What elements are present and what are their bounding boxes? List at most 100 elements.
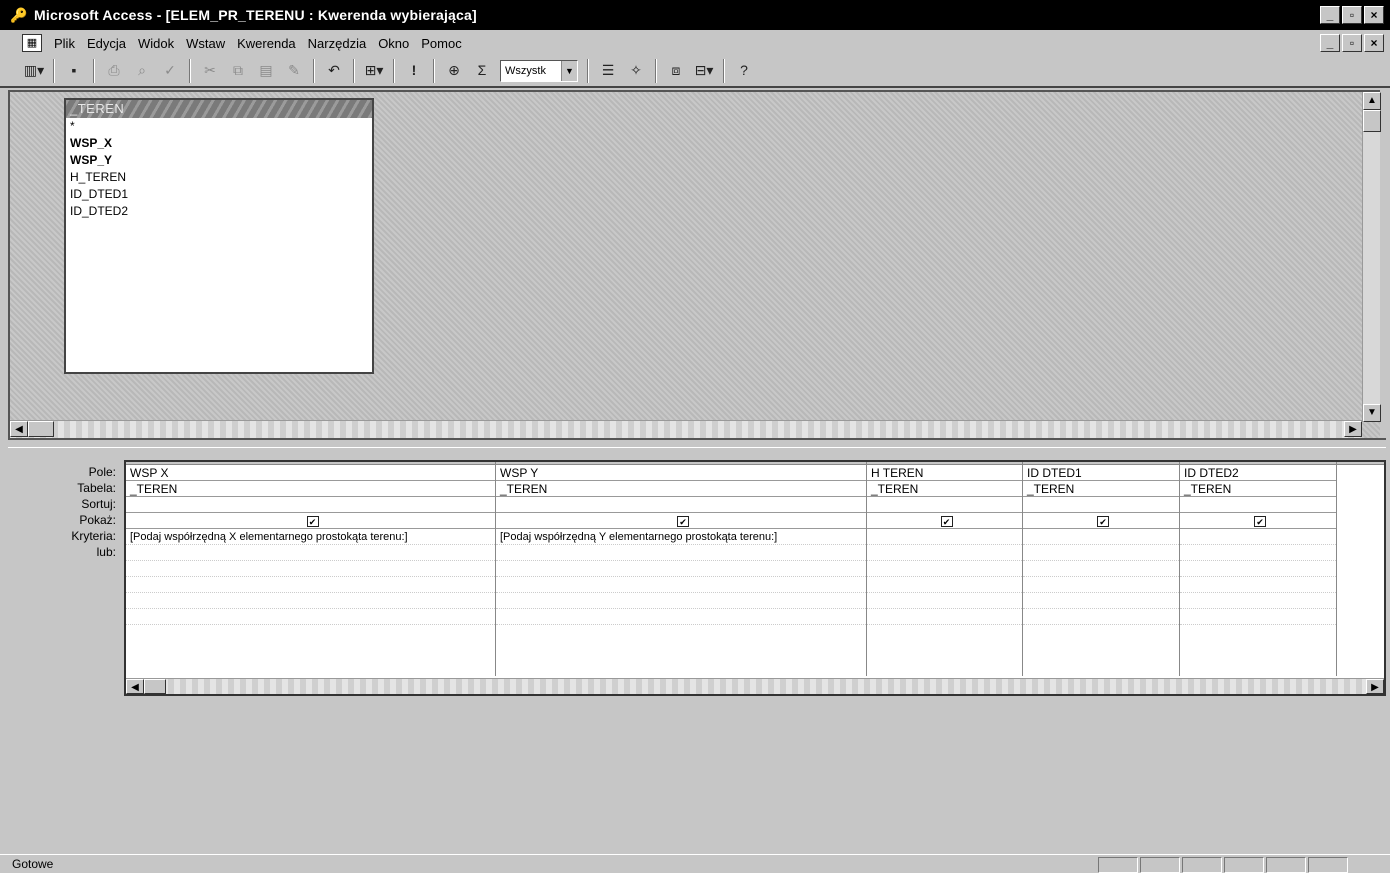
scroll-thumb[interactable] (144, 679, 166, 694)
menu-pomoc[interactable]: Pomoc (415, 36, 467, 51)
properties-icon[interactable]: ☰ (596, 59, 620, 83)
table-cell[interactable]: _TEREN (867, 481, 1022, 497)
empty-cell[interactable] (496, 577, 866, 593)
menu-widok[interactable]: Widok (132, 36, 180, 51)
upper-vertical-scrollbar[interactable]: ▲ ▼ (1362, 92, 1381, 422)
field-list-item-id-dted2[interactable]: ID_DTED2 (66, 203, 372, 220)
table-cell[interactable]: _TEREN (126, 481, 495, 497)
doc-close-button[interactable]: × (1364, 34, 1384, 52)
field-list-title[interactable]: _TEREN (66, 100, 372, 118)
scroll-down-icon[interactable]: ▼ (1363, 404, 1381, 422)
sort-cell[interactable] (126, 497, 495, 513)
empty-cell[interactable] (1023, 593, 1179, 609)
show-cell[interactable]: ✔ (126, 513, 495, 529)
empty-cell[interactable] (867, 609, 1022, 625)
or-cell[interactable] (496, 545, 866, 561)
query-type-icon[interactable]: ⊞▾ (362, 59, 386, 83)
sort-cell[interactable] (1023, 497, 1179, 513)
grid-horizontal-scrollbar[interactable]: ◀ ▶ (126, 678, 1384, 694)
field-cell[interactable]: ID DTED1 (1023, 465, 1179, 481)
help-icon[interactable]: ? (732, 59, 756, 83)
undo-icon[interactable]: ↶ (322, 59, 346, 83)
empty-cell[interactable] (496, 609, 866, 625)
sort-cell[interactable] (496, 497, 866, 513)
cut-icon[interactable]: ✂ (198, 59, 222, 83)
grid-column[interactable]: WSP X _TEREN ✔ [Podaj współrzędną X elem… (126, 462, 496, 676)
grid-column[interactable]: ID DTED2 _TEREN ✔ (1180, 462, 1337, 676)
menu-kwerenda[interactable]: Kwerenda (231, 36, 302, 51)
grid-column[interactable]: H TEREN _TEREN ✔ (867, 462, 1023, 676)
column-selector[interactable] (1337, 462, 1384, 465)
menu-wstaw[interactable]: Wstaw (180, 36, 231, 51)
scroll-thumb[interactable] (1363, 110, 1381, 132)
field-list-teren[interactable]: _TEREN * WSP_X WSP_Y H_TEREN ID_DTED1 ID… (64, 98, 374, 374)
print-icon[interactable]: ⎙ (102, 59, 126, 83)
field-list-item-all[interactable]: * (66, 118, 372, 135)
show-checkbox[interactable]: ✔ (940, 516, 953, 528)
view-icon[interactable]: ▥▾ (22, 59, 46, 83)
print-preview-icon[interactable]: ⌕ (130, 59, 154, 83)
show-checkbox[interactable]: ✔ (1254, 516, 1266, 528)
empty-cell[interactable] (1023, 609, 1179, 625)
criteria-cell[interactable] (1180, 529, 1336, 545)
menu-plik[interactable]: Plik (48, 36, 81, 51)
empty-cell[interactable] (1023, 561, 1179, 577)
menu-edycja[interactable]: Edycja (81, 36, 132, 51)
copy-icon[interactable]: ⧉ (226, 59, 250, 83)
empty-cell[interactable] (1180, 609, 1336, 625)
show-table-icon[interactable]: ⊕ (442, 59, 466, 83)
database-window-icon[interactable]: ⧈ (664, 59, 688, 83)
empty-cell[interactable] (126, 593, 495, 609)
field-list-item-h-teren[interactable]: H_TEREN (66, 169, 372, 186)
format-painter-icon[interactable]: ✎ (282, 59, 306, 83)
criteria-cell[interactable]: [Podaj współrzędną X elementarnego prost… (126, 529, 495, 545)
or-cell[interactable] (1180, 545, 1336, 561)
show-cell[interactable]: ✔ (1023, 513, 1179, 529)
run-icon[interactable]: ! (402, 59, 426, 83)
criteria-cell[interactable] (1023, 529, 1179, 545)
scroll-left-icon[interactable]: ◀ (126, 679, 144, 694)
pane-splitter[interactable] (8, 438, 1386, 448)
chevron-down-icon[interactable]: ▼ (561, 61, 577, 81)
criteria-cell[interactable]: [Podaj współrzędną Y elementarnego prost… (496, 529, 866, 545)
paste-icon[interactable]: ▤ (254, 59, 278, 83)
empty-cell[interactable] (1180, 577, 1336, 593)
doc-minimize-button[interactable]: _ (1320, 34, 1340, 52)
empty-cell[interactable] (1023, 577, 1179, 593)
table-cell[interactable]: _TEREN (496, 481, 866, 497)
empty-cell[interactable] (1180, 593, 1336, 609)
build-icon[interactable]: ✧ (624, 59, 648, 83)
sort-cell[interactable] (867, 497, 1022, 513)
field-list-item-wsp-y[interactable]: WSP_Y (66, 152, 372, 169)
empty-cell[interactable] (496, 561, 866, 577)
upper-horizontal-scrollbar[interactable]: ◀ ▶ (10, 420, 1362, 438)
show-cell[interactable]: ✔ (496, 513, 866, 529)
sort-cell[interactable] (1180, 497, 1336, 513)
scroll-right-icon[interactable]: ▶ (1366, 679, 1384, 694)
totals-icon[interactable]: Σ (470, 59, 494, 83)
close-button[interactable]: × (1364, 6, 1384, 24)
top-values-combo[interactable]: Wszystk ▼ (500, 60, 578, 82)
table-cell[interactable]: _TEREN (1023, 481, 1179, 497)
empty-cell[interactable] (496, 593, 866, 609)
scroll-right-icon[interactable]: ▶ (1344, 421, 1362, 437)
spelling-icon[interactable]: ✓ (158, 59, 182, 83)
empty-cell[interactable] (1180, 561, 1336, 577)
empty-cell[interactable] (867, 561, 1022, 577)
field-cell[interactable]: H TEREN (867, 465, 1022, 481)
or-cell[interactable] (1023, 545, 1179, 561)
field-cell[interactable]: WSP X (126, 465, 495, 481)
grid-column[interactable]: WSP Y _TEREN ✔ [Podaj współrzędną Y elem… (496, 462, 867, 676)
show-checkbox[interactable]: ✔ (677, 516, 689, 528)
empty-cell[interactable] (126, 561, 495, 577)
access-key-icon[interactable]: 🔑 (10, 6, 28, 24)
save-icon[interactable]: ▪ (62, 59, 86, 83)
show-checkbox[interactable]: ✔ (306, 516, 319, 528)
show-cell[interactable]: ✔ (867, 513, 1022, 529)
empty-cell[interactable] (867, 577, 1022, 593)
scroll-thumb[interactable] (28, 421, 54, 437)
new-object-icon[interactable]: ⊟▾ (692, 59, 716, 83)
empty-cell[interactable] (867, 593, 1022, 609)
document-window-icon[interactable]: ▦ (22, 34, 42, 52)
show-cell[interactable]: ✔ (1180, 513, 1336, 529)
